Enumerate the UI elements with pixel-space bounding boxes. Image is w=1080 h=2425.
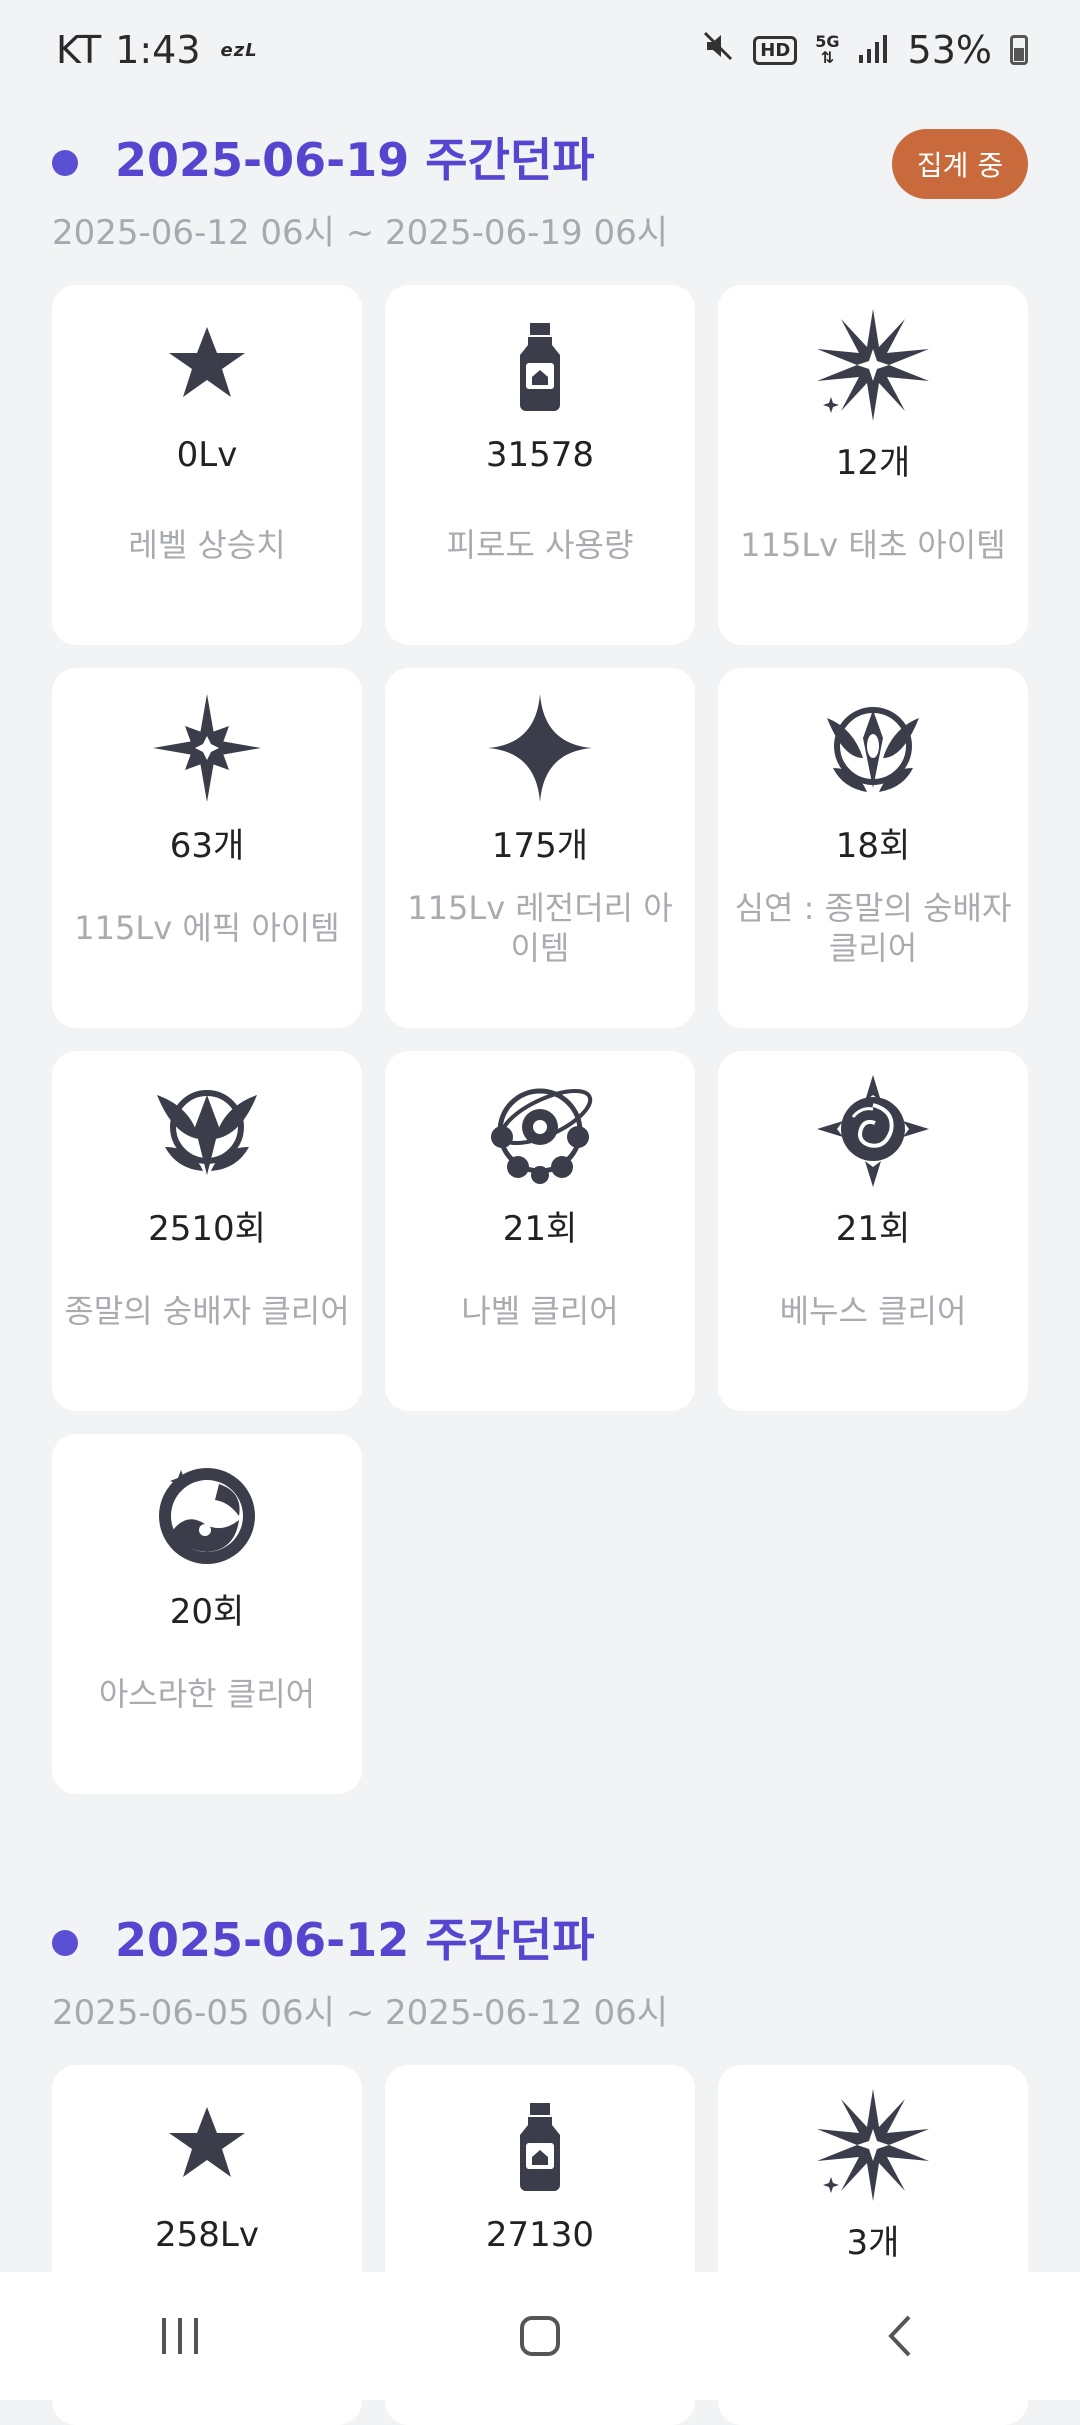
- stat-card-asrahan-clear[interactable]: 20회 아스라한 클리어: [52, 1434, 362, 1794]
- stat-label: 아스라한 클리어: [98, 1675, 316, 1713]
- hd-voice-icon: HD: [753, 35, 798, 65]
- signal-icon: [858, 28, 890, 72]
- carrier-label: KT: [56, 28, 102, 72]
- section-dot: [52, 150, 78, 176]
- venus-rose-emblem-icon: [817, 1075, 929, 1187]
- stat-label: 심연 : 종말의 숭배자 클리어: [734, 889, 1012, 967]
- recent-apps-icon: [162, 2318, 198, 2354]
- stat-value: 27130: [485, 2215, 595, 2255]
- stat-label: 종말의 숭배자 클리어: [64, 1292, 350, 1330]
- battery-percent: 53%: [907, 28, 992, 72]
- home-button[interactable]: [480, 2291, 600, 2381]
- stat-label: 115Lv 레전더리 아이템: [407, 889, 673, 967]
- home-icon: [520, 2316, 560, 2356]
- stat-label: 115Lv 태초 아이템: [740, 526, 1006, 564]
- stat-value: 18회: [835, 826, 911, 866]
- stat-label: 나벨 클리어: [461, 1292, 619, 1330]
- stat-label: 베누스 클리어: [779, 1292, 967, 1330]
- section-dot: [52, 1930, 78, 1956]
- status-bar: KT 1:43 ezL HD 5G ⇅ 53%: [0, 0, 1080, 100]
- clock: 1:43: [115, 28, 201, 72]
- back-button[interactable]: [840, 2291, 960, 2381]
- stat-value: 31578: [485, 435, 595, 475]
- stat-card-epic-item[interactable]: 63개 115Lv 에픽 아이템: [52, 668, 362, 1028]
- burst-spark-icon: [817, 2089, 929, 2201]
- star-icon: [169, 2107, 245, 2177]
- app-tag: ezL: [220, 39, 258, 61]
- stat-card-legendary-item[interactable]: 175개 115Lv 레전더리 아이템: [385, 668, 695, 1028]
- stat-value: 2510회: [148, 1209, 266, 1249]
- stat-value: 20회: [169, 1592, 245, 1632]
- abyss-emblem-icon: [827, 707, 919, 792]
- status-badge[interactable]: 집계 중: [892, 129, 1028, 199]
- stat-value: 3개: [846, 2223, 900, 2263]
- stat-label: 115Lv 에픽 아이템: [74, 909, 340, 947]
- stat-card-nabel-clear[interactable]: 21회 나벨 클리어: [385, 1051, 695, 1411]
- stat-value: 12개: [835, 443, 911, 483]
- week-section-2: 2025-06-12 주간던파 2025-06-05 06시 ~ 2025-06…: [0, 1905, 1080, 2425]
- nabel-emblem-icon: [491, 1088, 593, 1184]
- star-icon: [169, 327, 245, 397]
- stat-card-primeval-item[interactable]: 12개 115Lv 태초 아이템: [718, 285, 1028, 645]
- stat-label: 피로도 사용량: [446, 526, 634, 564]
- stat-card-worshipper-clear[interactable]: 2510회 종말의 숭배자 클리어: [52, 1051, 362, 1411]
- section-title: 2025-06-12 주간던파: [115, 1913, 595, 1967]
- stat-card-venus-clear[interactable]: 21회 베누스 클리어: [718, 1051, 1028, 1411]
- stat-card-level[interactable]: 0Lv 레벨 상승치: [52, 285, 362, 645]
- stat-card-fatigue[interactable]: 31578 피로도 사용량: [385, 285, 695, 645]
- system-nav-bar: [0, 2272, 1080, 2400]
- worshipper-emblem-icon: [157, 1090, 257, 1175]
- four-point-star-icon: [488, 694, 592, 802]
- section-date-range: 2025-06-12 06시 ~ 2025-06-19 06시: [52, 213, 668, 253]
- stat-value: 21회: [502, 1209, 578, 1249]
- stat-value: 0Lv: [176, 435, 238, 475]
- stat-value: 175개: [491, 826, 589, 866]
- burst-spark-icon: [817, 309, 929, 421]
- stat-value: 258Lv: [155, 2215, 259, 2255]
- network-5g-icon: 5G ⇅: [815, 32, 840, 67]
- potion-bottle-icon: [520, 2103, 560, 2191]
- section-date-range: 2025-06-05 06시 ~ 2025-06-12 06시: [52, 1993, 668, 2033]
- stat-label: 레벨 상승치: [128, 526, 286, 564]
- potion-bottle-icon: [520, 323, 560, 411]
- stat-card-abyss-clear[interactable]: 18회 심연 : 종말의 숭배자 클리어: [718, 668, 1028, 1028]
- stat-value: 63개: [169, 826, 245, 866]
- asrahan-emblem-icon: [159, 1468, 255, 1564]
- mute-icon: [701, 28, 735, 72]
- back-icon: [888, 2315, 911, 2357]
- week-section-1: 2025-06-19 주간던파 집계 중 2025-06-12 06시 ~ 20…: [0, 125, 1080, 1794]
- section-title: 2025-06-19 주간던파: [115, 133, 595, 187]
- recent-apps-button[interactable]: [120, 2291, 240, 2381]
- battery-icon: [1010, 35, 1028, 65]
- four-point-star-ornate-icon: [153, 694, 261, 802]
- stat-value: 21회: [835, 1209, 911, 1249]
- stats-grid: 0Lv 레벨 상승치 31578 피로도 사용량 12개 115Lv 태초 아이…: [52, 285, 1028, 1794]
